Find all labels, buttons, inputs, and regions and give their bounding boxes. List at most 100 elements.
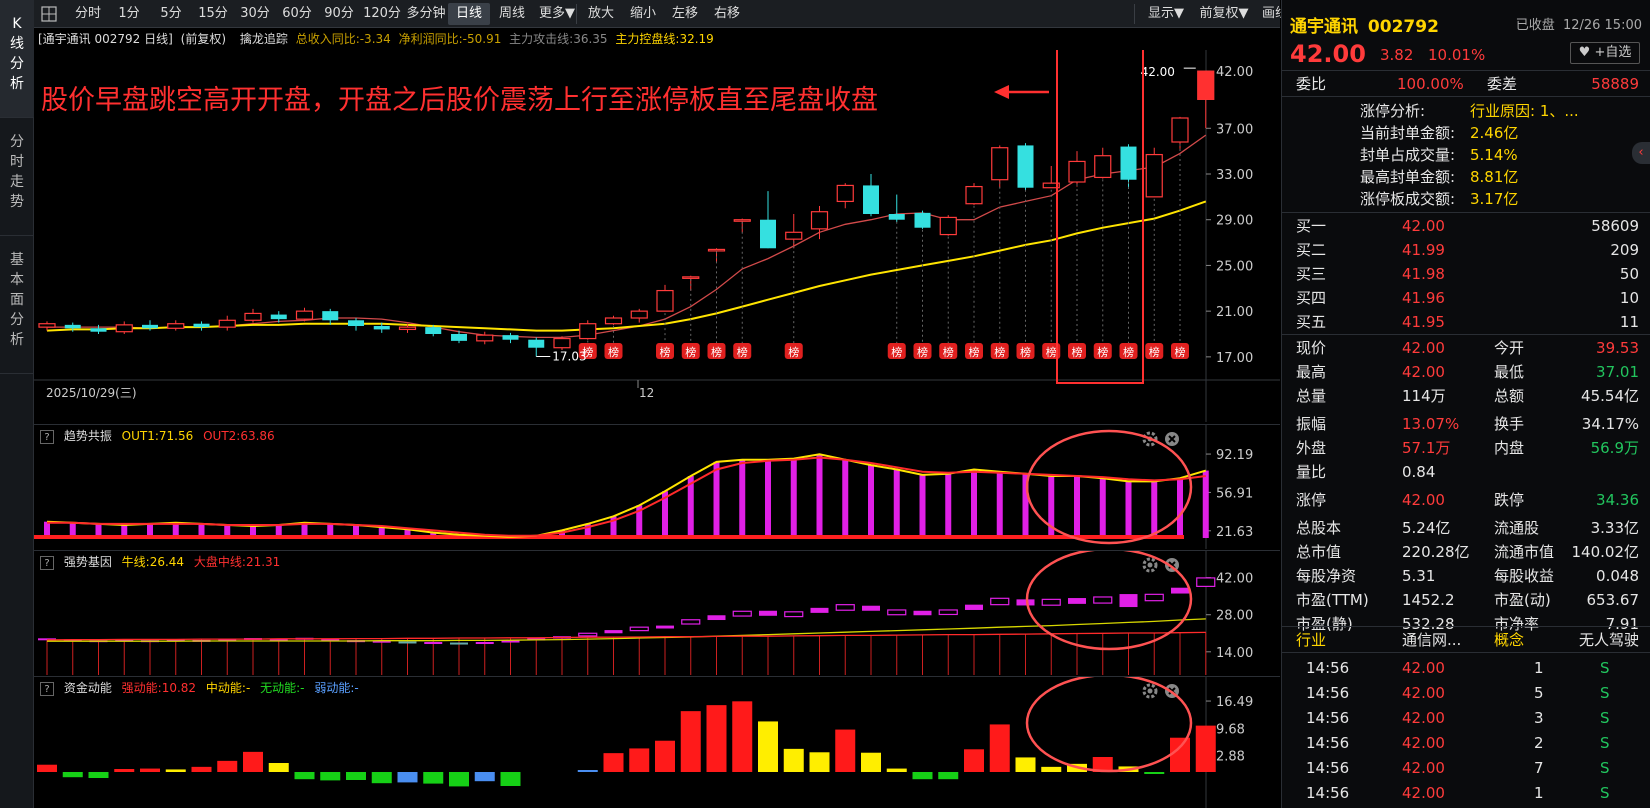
- help-icon[interactable]: ?: [40, 556, 54, 570]
- trend-bar: [842, 459, 849, 538]
- toolbar-button[interactable]: 缩小: [622, 3, 664, 25]
- gene-bar: [862, 605, 880, 611]
- rank-badge-label: 榜: [1175, 345, 1186, 359]
- concept-value[interactable]: 无人驾驶: [1579, 628, 1639, 652]
- candle-body: [939, 216, 957, 236]
- tab-label-char: 分: [10, 56, 24, 72]
- buy-level-row[interactable]: 买二 41.99 209: [1282, 238, 1650, 262]
- profit-yoy: 净利润同比:-50.91: [398, 32, 502, 46]
- help-icon[interactable]: ?: [40, 430, 54, 444]
- stat-value: 39.53: [1596, 339, 1639, 357]
- revenue-yoy: 总收入同比:-3.34: [295, 32, 391, 46]
- gene-bar: [629, 626, 649, 632]
- toolbar-button[interactable]: 周线: [490, 3, 534, 25]
- toolbar-button[interactable]: 60分: [276, 3, 318, 25]
- toolbar-button[interactable]: 右移: [706, 3, 748, 25]
- trend-bar: [996, 471, 1003, 538]
- trend-bar: [790, 458, 797, 538]
- buy-level-volume: 10: [1619, 289, 1639, 307]
- tick-row: 14:56 42.00 5 S: [1282, 681, 1650, 705]
- main-chart-pane[interactable]: 42.00 37.00 33.00 29.00 25.00 21.00 17.00 榜榜榜榜榜…: [34, 44, 1280, 422]
- toolbar-button[interactable]: 15分: [192, 3, 234, 25]
- buy-level-row[interactable]: 买一 42.00 58609: [1282, 214, 1650, 238]
- gene-bar: [450, 642, 468, 645]
- rank-badge-label: 榜: [969, 345, 980, 359]
- toolbar-button[interactable]: 更多▼: [534, 3, 580, 25]
- buy-level-row[interactable]: 买五 41.95 11: [1282, 310, 1650, 334]
- toolbar-button[interactable]: 1分: [108, 3, 150, 25]
- trend-resonance-pane[interactable]: ? 趋势共振 OUT1:71.56 OUT2:63.86 92.19 56.91 2…: [34, 424, 1280, 549]
- toolbar-button[interactable]: 左移: [664, 3, 706, 25]
- buy-level-row[interactable]: 买四 41.96 10: [1282, 286, 1650, 310]
- industry-value[interactable]: 通信网...: [1402, 628, 1461, 652]
- value-tick-label: 2.88: [1216, 749, 1245, 764]
- stat-label: 涨停: [1296, 491, 1327, 509]
- momentum-bar: [88, 772, 109, 778]
- toolbar-button[interactable]: 分时: [68, 3, 108, 25]
- momentum-bar: [886, 768, 907, 772]
- indicator-name[interactable]: 擒龙追踪: [240, 32, 288, 46]
- tick-row: 14:56 42.00 2 S: [1282, 731, 1650, 755]
- gene-bar: [1068, 598, 1086, 604]
- limit-info-value: 3.17亿: [1470, 190, 1519, 208]
- market-status: 已收盘 12/26 15:00: [1516, 14, 1642, 33]
- sidebar: K线分析 分时走势 基本面分析: [0, 0, 34, 808]
- strong-gene-pane[interactable]: ? 强势基因 牛线:26.44 大盘中线:21.31 42.00 28.00 14.…: [34, 547, 1280, 675]
- tick-volume: 1: [1534, 784, 1544, 802]
- toolbar-button[interactable]: 多分钟: [404, 3, 448, 25]
- stat-label: 流通股: [1494, 519, 1540, 537]
- buy-level-row[interactable]: 买三 41.98 50: [1282, 262, 1650, 286]
- candle-body: [167, 323, 185, 329]
- candle-body: [991, 147, 1009, 181]
- help-icon[interactable]: ?: [40, 682, 54, 696]
- price-tick-label: 25.00: [1216, 259, 1253, 274]
- stock-code: 002792: [1367, 17, 1439, 37]
- stat-label: 总额: [1494, 387, 1525, 405]
- gene-bar: [604, 630, 623, 634]
- no-momentum-value: 无动能:-: [260, 681, 305, 695]
- capital-momentum-pane[interactable]: ? 资金动能 强动能:10.82 中动能:- 无动能:- 弱动能:- 16.49…: [34, 673, 1280, 808]
- toolbar-button[interactable]: 显示▼: [1138, 3, 1194, 25]
- gear-icon: [1142, 683, 1158, 699]
- momentum-bar: [1041, 766, 1062, 772]
- momentum-bar: [37, 764, 57, 772]
- tick-time: 14:56: [1306, 684, 1350, 702]
- trend-bar: [919, 474, 926, 538]
- stat-value: 653.67: [1586, 591, 1640, 609]
- weicha-value: 58889: [1591, 75, 1639, 93]
- toolbar-button[interactable]: 90分: [318, 3, 360, 25]
- trend-bar: [1125, 481, 1132, 538]
- toolbar-button[interactable]: 30分: [234, 3, 276, 25]
- tab-label-char: 析: [10, 332, 24, 348]
- candle-body: [218, 319, 236, 328]
- price-tick-label: 21.00: [1216, 305, 1253, 320]
- toolbar-button[interactable]: 120分: [360, 3, 404, 25]
- highlight-box: [1056, 44, 1144, 384]
- stat-value: 0.84: [1402, 463, 1436, 481]
- add-watchlist-button[interactable]: ♥ +自选: [1570, 42, 1640, 64]
- tick-side: S: [1600, 709, 1610, 727]
- tab-fundamentals[interactable]: 基本面分析: [0, 236, 34, 374]
- toolbar-button[interactable]: 前复权▼: [1194, 3, 1254, 25]
- grid-menu-button[interactable]: [34, 0, 64, 28]
- trend-bar: [971, 469, 977, 538]
- stat-label: 现价: [1296, 339, 1327, 357]
- gene-bar: [1144, 593, 1164, 602]
- rank-badge-label: 榜: [1097, 345, 1108, 359]
- industry-label: 行业: [1296, 631, 1327, 649]
- limit-info-row: 当前封单金额: 2.46亿: [1282, 122, 1650, 144]
- toolbar-button[interactable]: 放大: [580, 3, 622, 25]
- momentum-bar: [140, 768, 160, 772]
- tab-intraday[interactable]: 分时走势: [0, 118, 34, 236]
- tab-k-line[interactable]: K线分析: [0, 0, 34, 118]
- chevron-left-icon[interactable]: ‹: [1632, 142, 1650, 164]
- toolbar-button[interactable]: 5分: [150, 3, 192, 25]
- momentum-bar: [191, 766, 212, 772]
- candle-body: [115, 324, 133, 333]
- tick-price: 42.00: [1402, 659, 1445, 677]
- bull-line-value: 牛线:26.44: [121, 555, 185, 569]
- value-tick-label: 28.00: [1216, 609, 1253, 624]
- gene-bar: [475, 642, 494, 645]
- stat-label: 总股本: [1296, 519, 1342, 537]
- toolbar-button[interactable]: 日线: [448, 3, 490, 25]
